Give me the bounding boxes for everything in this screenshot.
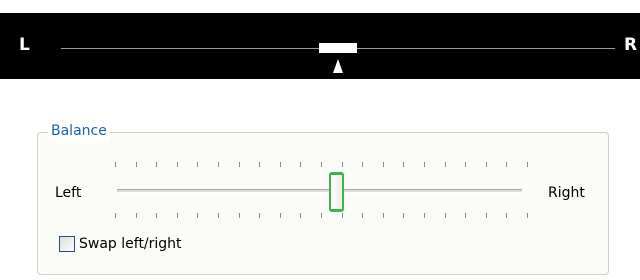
tick-mark <box>156 213 157 218</box>
tick-mark <box>527 162 528 167</box>
tick-mark <box>445 213 446 218</box>
tick-mark <box>239 162 240 167</box>
tick-mark <box>280 213 281 218</box>
tick-mark <box>321 162 322 167</box>
tick-mark <box>197 213 198 218</box>
tick-mark <box>486 162 487 167</box>
tick-mark <box>362 213 363 218</box>
tick-mark <box>506 213 507 218</box>
slider-track[interactable] <box>117 189 522 193</box>
balance-pointer-icon <box>333 59 343 73</box>
tick-mark <box>403 162 404 167</box>
tick-mark <box>383 213 384 218</box>
tick-mark <box>259 162 260 167</box>
balance-thumb[interactable] <box>319 43 357 53</box>
dark-balance-strip: L R <box>0 13 640 79</box>
tick-mark <box>136 162 137 167</box>
tick-mark <box>424 162 425 167</box>
tick-mark <box>218 162 219 167</box>
tick-mark <box>403 213 404 218</box>
tick-mark <box>218 213 219 218</box>
swap-checkbox-label: Swap left/right <box>79 236 182 252</box>
tick-mark <box>280 162 281 167</box>
tick-mark <box>177 213 178 218</box>
tick-marks-top <box>115 162 528 167</box>
tick-mark <box>115 162 116 167</box>
tick-mark <box>259 213 260 218</box>
tick-mark <box>239 213 240 218</box>
tick-mark <box>465 213 466 218</box>
tick-mark <box>342 162 343 167</box>
tick-mark <box>383 162 384 167</box>
slider-thumb[interactable] <box>328 172 344 212</box>
tick-mark <box>300 162 301 167</box>
tick-mark <box>362 162 363 167</box>
tick-mark <box>115 213 116 218</box>
tick-mark <box>465 162 466 167</box>
groupbox-title: Balance <box>48 121 110 141</box>
tick-mark <box>136 213 137 218</box>
tick-mark <box>321 213 322 218</box>
left-channel-label: L <box>19 35 30 55</box>
tick-mark <box>197 162 198 167</box>
tick-mark <box>445 162 446 167</box>
tick-mark <box>506 162 507 167</box>
tick-mark <box>300 213 301 218</box>
right-channel-label: R <box>624 35 638 55</box>
tick-mark <box>156 162 157 167</box>
tick-mark <box>177 162 178 167</box>
swap-checkbox-row[interactable]: Swap left/right <box>59 234 182 254</box>
left-label: Left <box>55 185 82 201</box>
tick-mark <box>342 213 343 218</box>
tick-mark <box>527 213 528 218</box>
tick-mark <box>486 213 487 218</box>
right-label: Right <box>548 185 585 201</box>
tick-marks-bottom <box>115 213 528 218</box>
tick-mark <box>424 213 425 218</box>
swap-checkbox[interactable] <box>59 236 75 252</box>
